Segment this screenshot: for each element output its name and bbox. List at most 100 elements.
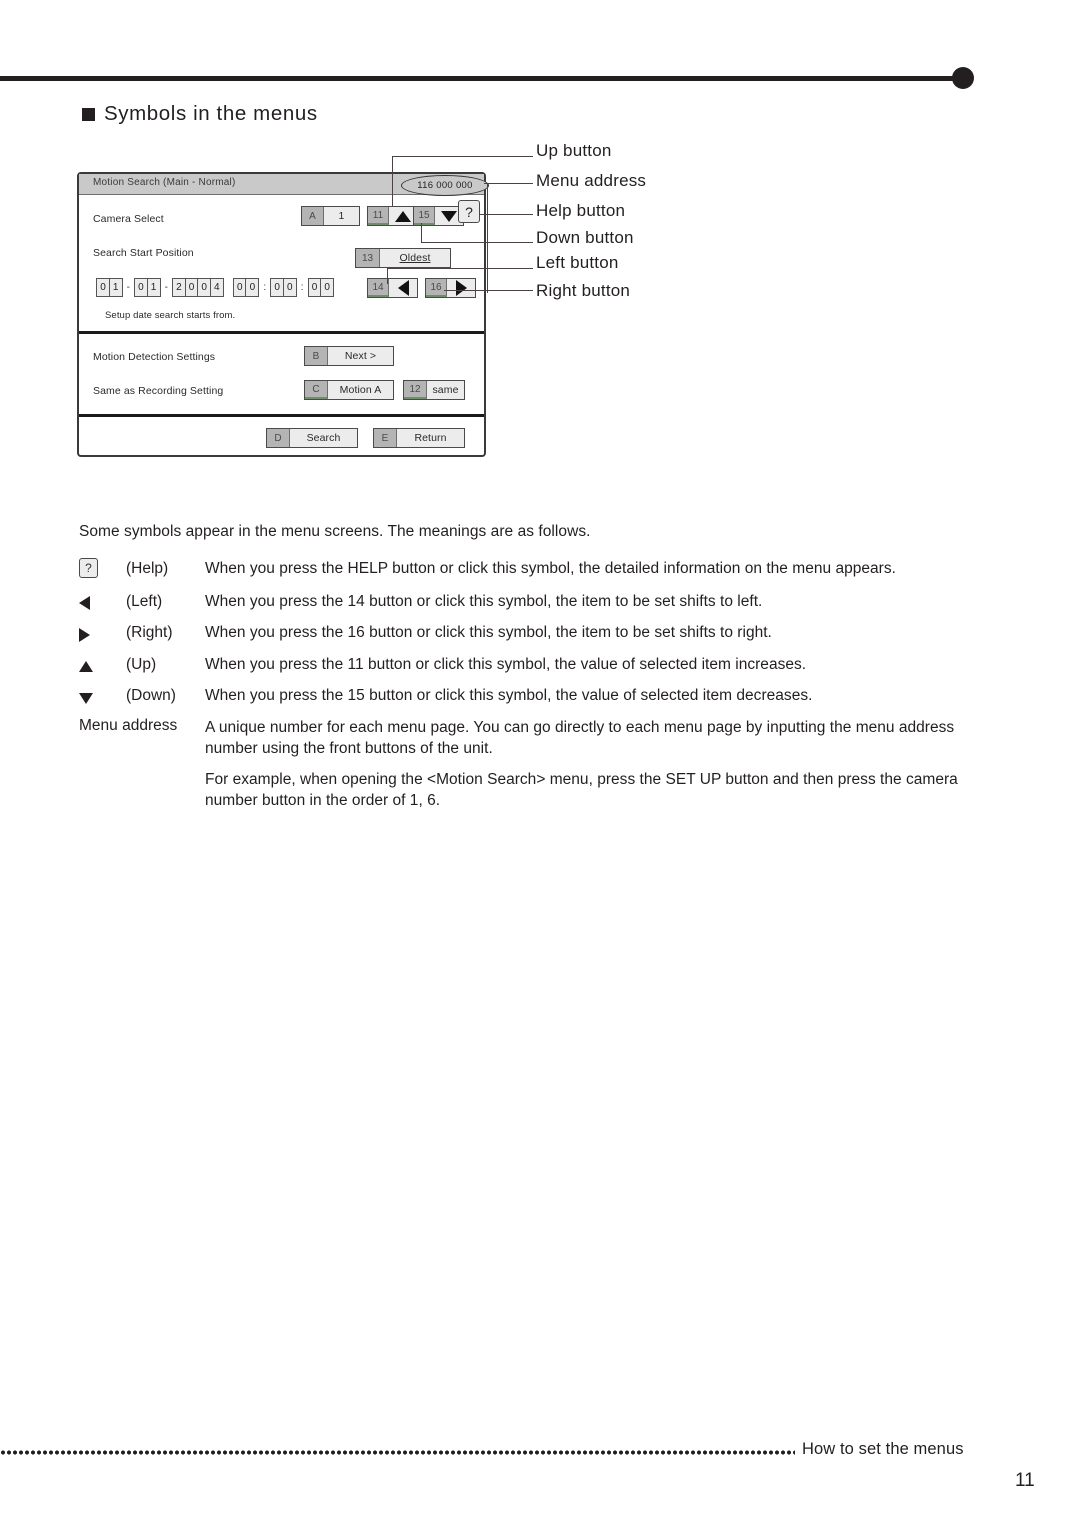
legend-desc-down: When you press the 15 button or click th… xyxy=(205,687,813,704)
digit: 4 xyxy=(209,278,224,297)
leader-line-menu-address xyxy=(484,183,533,185)
menu-section-divider xyxy=(79,331,484,334)
digit: 0 xyxy=(245,278,260,297)
menu-section-divider xyxy=(79,414,484,417)
button-tag-16: 16 xyxy=(426,279,447,297)
help-icon: ? xyxy=(79,558,113,578)
button-tag-14: 14 xyxy=(368,279,389,297)
up-button-11[interactable]: 11 xyxy=(367,206,418,226)
legend-desc-menu-address-1: A unique number for each menu page. You … xyxy=(205,719,955,758)
return-button-label: Return xyxy=(397,429,464,447)
page-top-dot xyxy=(952,67,974,89)
legend-desc-left: When you press the 14 button or click th… xyxy=(205,593,763,610)
menu-hint-text: Setup date search starts from. xyxy=(105,310,236,321)
time-separator: : xyxy=(263,282,267,293)
down-triangle-icon xyxy=(79,693,113,704)
legend-label-up: (Up) xyxy=(126,656,157,673)
search-button-label: Search xyxy=(290,429,357,447)
right-button-16[interactable]: 16 xyxy=(425,278,476,298)
callout-help-button: Help button xyxy=(536,201,626,220)
button-tag-c: C xyxy=(305,381,328,399)
legend-label-down: (Down) xyxy=(126,687,176,704)
search-start-position-value: Oldest xyxy=(380,249,450,267)
footer-dot-rule xyxy=(0,1450,795,1455)
callout-down-button: Down button xyxy=(536,228,634,247)
page-title: Symbols in the menus xyxy=(82,102,318,126)
date-separator: - xyxy=(126,282,130,293)
motion-detection-next-button[interactable]: B Next > xyxy=(304,346,394,366)
help-button[interactable]: ? xyxy=(458,200,480,223)
hour-field[interactable]: 0 0 xyxy=(232,278,260,297)
row-label-motion-detection-settings: Motion Detection Settings xyxy=(93,351,216,363)
legend-desc-up: When you press the 11 button or click th… xyxy=(205,656,807,673)
page-top-rule xyxy=(0,76,965,81)
leader-line-right-button xyxy=(444,290,533,292)
menu-title-text: Motion Search (Main - Normal) xyxy=(93,177,236,188)
button-tag-12: 12 xyxy=(404,381,427,399)
filled-square-icon xyxy=(82,107,95,121)
row-label-camera-select: Camera Select xyxy=(93,213,164,225)
footer-running-head: How to set the menus xyxy=(802,1440,964,1458)
leader-line-up-button xyxy=(392,156,394,206)
legend-label-menu-address: Menu address xyxy=(79,717,178,734)
date-separator: - xyxy=(164,282,168,293)
legend-desc-help: When you press the HELP button or click … xyxy=(205,560,896,577)
row-label-same-as-recording-setting: Same as Recording Setting xyxy=(93,385,224,397)
minute-field[interactable]: 0 0 xyxy=(270,278,297,297)
digit: 0 xyxy=(282,278,297,297)
left-triangle-icon xyxy=(79,596,113,610)
motion-detection-next-label: Next > xyxy=(328,347,393,365)
left-triangle-icon xyxy=(389,279,417,297)
legend-label-right: (Right) xyxy=(126,624,173,641)
up-triangle-icon xyxy=(79,661,113,672)
camera-select-value-button[interactable]: A 1 xyxy=(301,206,360,226)
digit: 1 xyxy=(146,278,161,297)
button-tag-11: 11 xyxy=(368,207,389,225)
search-start-position-button[interactable]: 13 Oldest xyxy=(355,248,451,268)
left-button-14[interactable]: 14 xyxy=(367,278,418,298)
camera-select-value: 1 xyxy=(324,207,359,225)
page-title-text: Symbols in the menus xyxy=(104,102,318,125)
second-field[interactable]: 0 0 xyxy=(307,278,335,297)
button-tag-d: D xyxy=(267,429,290,447)
menu-screen-mockup: Motion Search (Main - Normal) 116 000 00… xyxy=(77,172,489,457)
recording-setting-value: Motion A xyxy=(328,381,393,399)
return-button[interactable]: E Return xyxy=(373,428,465,448)
row-label-search-start-position: Search Start Position xyxy=(93,247,194,259)
year-field[interactable]: 2 0 0 4 xyxy=(171,278,224,297)
legend-desc-menu-address-2: For example, when opening the <Motion Se… xyxy=(205,771,958,810)
callout-left-button: Left button xyxy=(536,253,619,272)
legend-label-left: (Left) xyxy=(126,593,163,610)
leader-line-spine xyxy=(487,183,489,293)
legend-desc-right: When you press the 16 button or click th… xyxy=(205,624,772,641)
leader-line-left-button xyxy=(387,268,533,270)
button-tag-15: 15 xyxy=(414,207,435,225)
button-tag-e: E xyxy=(374,429,397,447)
day-field[interactable]: 0 1 xyxy=(96,278,123,297)
recording-setting-value-button[interactable]: C Motion A xyxy=(304,380,394,400)
right-triangle-icon xyxy=(79,628,113,642)
leader-line-down-button xyxy=(421,223,423,243)
button-tag-13: 13 xyxy=(356,249,380,267)
same-toggle-button-12[interactable]: 12 same xyxy=(403,380,465,400)
digit: 1 xyxy=(108,278,123,297)
leader-line-up-button xyxy=(392,156,533,158)
leader-line-down-button xyxy=(421,242,533,244)
legend-label-help: (Help) xyxy=(126,560,169,577)
leader-line-left-button xyxy=(387,268,389,284)
intro-paragraph: Some symbols appear in the menu screens.… xyxy=(79,523,591,540)
month-field[interactable]: 0 1 xyxy=(133,278,161,297)
datetime-field-group[interactable]: 0 1 - 0 1 - 2 0 0 4 0 0 : 0 0 : 0 0 xyxy=(96,278,335,297)
menu-address-badge: 116 000 000 xyxy=(401,175,489,196)
time-separator: : xyxy=(300,282,304,293)
search-button[interactable]: D Search xyxy=(266,428,358,448)
callout-menu-address: Menu address xyxy=(536,171,647,190)
page-number: 11 xyxy=(1015,1470,1035,1491)
button-tag-b: B xyxy=(305,347,328,365)
callout-right-button: Right button xyxy=(536,281,631,300)
button-tag-a: A xyxy=(302,207,324,225)
right-triangle-icon xyxy=(447,279,475,297)
callout-up-button: Up button xyxy=(536,141,612,160)
digit: 0 xyxy=(320,278,335,297)
same-toggle-label: same xyxy=(427,381,464,399)
